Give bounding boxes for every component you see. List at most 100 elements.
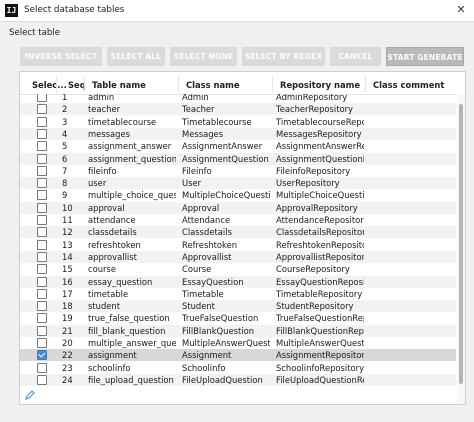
cell-repository-name: ApprovallistRepository: [276, 251, 364, 262]
cell-class-name: AssignmentQuestion: [182, 153, 269, 164]
table-row[interactable]: 20 multiple_answer_question MultipleAnswer…: [20, 337, 456, 349]
row-checkbox[interactable]: [37, 104, 47, 115]
cell-class-name: AssignmentAnswer: [182, 141, 263, 152]
table-row[interactable]: 3 timetablecourse Timetablecourse Timetable…: [20, 116, 456, 128]
cell-class-name: Teacher: [182, 104, 215, 115]
row-checkbox[interactable]: [37, 374, 47, 385]
col-divider[interactable]: [84, 76, 85, 92]
row-checkbox[interactable]: [37, 338, 47, 348]
col-divider[interactable]: [365, 76, 366, 92]
cell-table-name: assignment_question: [88, 153, 176, 164]
cell-repository-name: AssignmentQuestionRepo...: [276, 153, 364, 164]
col-header-repository-name[interactable]: Repository name: [280, 80, 360, 90]
row-checkbox[interactable]: [37, 153, 47, 164]
app-icon: IJ: [5, 4, 18, 17]
scrollbar-thumb[interactable]: [459, 104, 463, 384]
inverse-select-button[interactable]: INVERSE SELECT: [20, 47, 102, 66]
table-row[interactable]: 23 schoolinfo Schoolinfo SchoolinfoReposito…: [20, 362, 456, 374]
select-all-button[interactable]: SELECT ALL: [107, 47, 165, 66]
row-checkbox[interactable]: [37, 190, 47, 201]
cell-table-name: teacher: [88, 104, 121, 115]
row-checkbox[interactable]: [37, 202, 47, 213]
cell-seq: 8: [62, 178, 68, 189]
cell-repository-name: ApprovalRepository: [276, 202, 358, 213]
cell-class-name: MultipleAnswerQuestion: [182, 338, 270, 348]
col-header-select[interactable]: Selec...: [32, 80, 67, 90]
table-row[interactable]: 9 multiple_choice_question MultipleChoiceQ…: [20, 189, 456, 201]
table-row[interactable]: 7 fileinfo Fileinfo FileinfoRepository: [20, 165, 456, 177]
table-row[interactable]: 19 true_false_question TrueFalseQuestion Tr…: [20, 312, 456, 324]
table-row[interactable]: 13 refreshtoken Refreshtoken RefreshtokenRe…: [20, 239, 456, 251]
row-checkbox[interactable]: [37, 94, 47, 102]
table-row[interactable]: 14 approvallist Approvallist ApprovallistRe…: [20, 250, 456, 263]
cell-seq: 11: [62, 215, 73, 225]
row-checkbox[interactable]: [37, 215, 47, 225]
table-row[interactable]: 11 attendance Attendance AttendanceReposito…: [20, 214, 456, 226]
table-row[interactable]: 15 course Course CourseRepository: [20, 263, 456, 275]
table-row[interactable]: 17 timetable Timetable TimetableRepository: [20, 288, 456, 300]
row-checkbox[interactable]: [37, 301, 47, 312]
cell-repository-name: FileinfoRepository: [276, 165, 351, 176]
cell-repository-name: RefreshtokenRepository: [276, 239, 364, 250]
cell-class-name: User: [182, 178, 202, 189]
select-by-regex-button[interactable]: SELECT BY REGEX: [242, 47, 325, 66]
cell-table-name: multiple_answer_question: [88, 338, 176, 348]
row-checkbox[interactable]: [37, 178, 47, 189]
row-checkbox[interactable]: [37, 116, 47, 127]
cell-repository-name: AssignmentRepository: [276, 350, 364, 361]
start-generate-button[interactable]: START GENERATE: [386, 47, 464, 66]
cell-table-name: attendance: [88, 215, 136, 225]
col-header-class-comment[interactable]: Class comment: [373, 80, 444, 90]
select-none-button[interactable]: SELECT NONE: [170, 47, 237, 66]
row-checkbox[interactable]: [37, 264, 47, 275]
cell-repository-name: TimetableRepository: [276, 288, 363, 299]
row-checkbox[interactable]: [37, 165, 47, 176]
pencil-icon[interactable]: [25, 390, 35, 400]
col-header-class-name[interactable]: Class name: [186, 80, 240, 90]
row-checkbox[interactable]: [37, 141, 47, 152]
table-row[interactable]: 22 assignment Assignment AssignmentReposito…: [20, 349, 456, 362]
vertical-scrollbar[interactable]: [457, 94, 465, 404]
row-checkbox[interactable]: [37, 350, 47, 361]
table-row[interactable]: 21 fill_blank_question FillBlankQuestion Fi…: [20, 324, 456, 337]
cell-repository-name: TeacherRepository: [276, 104, 354, 115]
cell-seq: 2: [62, 104, 68, 115]
table-row[interactable]: 12 classdetails Classdetails ClassdetailsRe…: [20, 226, 456, 239]
cell-table-name: schoolinfo: [88, 362, 131, 373]
cell-repository-name: MessagesRepository: [276, 128, 362, 139]
table-row[interactable]: 8 user User UserRepository: [20, 177, 456, 190]
section-label: Select table: [9, 28, 61, 38]
table-row[interactable]: 6 assignment_question AssignmentQuestion As…: [20, 152, 456, 165]
cancel-button[interactable]: CANCEL: [330, 47, 381, 66]
row-checkbox[interactable]: [37, 362, 47, 373]
title-bar: IJ Select database tables ✕: [0, 0, 474, 22]
cell-table-name: file_upload_question: [88, 374, 174, 385]
row-checkbox[interactable]: [37, 288, 47, 299]
table-panel: Selec... Seq Table name Class name Repos…: [19, 71, 466, 405]
row-checkbox[interactable]: [37, 313, 47, 324]
col-divider[interactable]: [272, 76, 273, 92]
table-row[interactable]: 10 approval Approval ApprovalRepository: [20, 201, 456, 214]
table-row[interactable]: 4 messages Messages MessagesRepository: [20, 127, 456, 140]
table-row[interactable]: 18 student Student StudentRepository: [20, 300, 456, 313]
col-divider[interactable]: [56, 76, 57, 92]
row-checkbox[interactable]: [37, 251, 47, 262]
row-checkbox[interactable]: [37, 128, 47, 139]
cell-class-name: Fileinfo: [182, 165, 212, 176]
row-checkbox[interactable]: [37, 276, 47, 287]
cell-table-name: assignment_answer: [88, 141, 172, 152]
row-checkbox[interactable]: [37, 227, 47, 238]
row-checkbox[interactable]: [37, 239, 47, 250]
cell-seq: 6: [62, 153, 68, 164]
table-row[interactable]: 24 file_upload_question FileUploadQuestion…: [20, 373, 456, 386]
table-row[interactable]: 16 essay_question EssayQuestion EssayQuesti…: [20, 275, 456, 288]
row-checkbox[interactable]: [37, 325, 47, 336]
cell-class-name: Schoolinfo: [182, 362, 226, 373]
col-divider[interactable]: [178, 76, 179, 92]
cell-repository-name: FileUploadQuestionRepo...: [276, 374, 364, 385]
col-header-table-name[interactable]: Table name: [92, 80, 146, 90]
table-row[interactable]: 5 assignment_answer AssignmentAnswer Assign…: [20, 140, 456, 152]
close-icon[interactable]: ✕: [454, 3, 468, 17]
table-row[interactable]: 2 teacher Teacher TeacherRepository: [20, 103, 456, 116]
table-row[interactable]: 1 admin Admin AdminRepository: [20, 94, 456, 103]
